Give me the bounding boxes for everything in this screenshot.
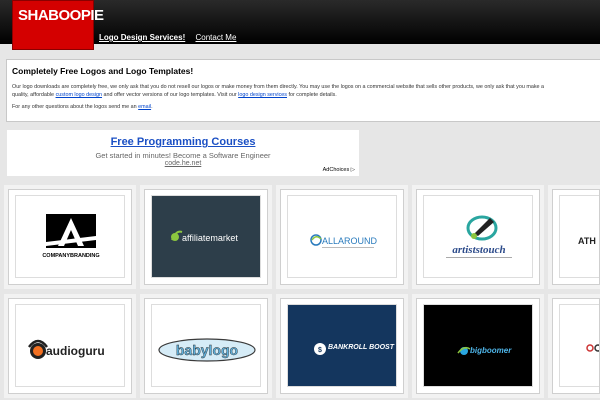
- ad-title-link[interactable]: Free Programming Courses: [7, 136, 359, 148]
- intro-text: .: [151, 104, 153, 110]
- ad-description: Get started in minutes! Become a Softwar…: [95, 151, 271, 160]
- logo-thumbnail: bigboomer: [423, 304, 533, 387]
- intro-paragraph-contact: For any other questions about the logos …: [12, 103, 595, 111]
- logo-text: ATH: [578, 236, 596, 246]
- custom-logo-design-link[interactable]: custom logo design: [56, 92, 102, 98]
- logo-tile-ath[interactable]: ATH: [552, 189, 600, 285]
- intro-paragraph-line1: Our logo downloads are completely free, …: [12, 84, 545, 90]
- intro-text: For any other questions about the logos …: [12, 104, 139, 110]
- logo-tile-babylogo[interactable]: babylogo: [144, 298, 268, 394]
- ad-banner[interactable]: Free Programming Courses Get started in …: [7, 130, 359, 176]
- nav-contact-me-link[interactable]: Contact Me: [195, 33, 236, 42]
- intro-title: Completely Free Logos and Logo Templates…: [12, 66, 194, 76]
- main-nav: Logo Design Services! Contact Me: [99, 33, 244, 42]
- logo-thumbnail: ALLAROUND: [287, 195, 397, 278]
- logo-tile-company-branding[interactable]: COMPANYBRANDING: [8, 189, 132, 285]
- adchoices-icon: ▷: [350, 167, 355, 173]
- logo-thumbnail: affiliatemarket: [151, 195, 261, 278]
- logo-text: affiliatemarket: [182, 233, 238, 243]
- logo-thumbnail: $ BANKROLL BOOST: [287, 304, 397, 387]
- logo-design-services-link[interactable]: logo design services: [238, 92, 287, 98]
- logo-thumbnail: babylogo: [151, 304, 261, 387]
- intro-text: and offer vector versions of our logo te…: [102, 92, 239, 98]
- logo-tile-audioguru[interactable]: audioguru: [8, 298, 132, 394]
- site-logo[interactable]: SHABOOPIE: [12, 0, 104, 50]
- logo-tile-bankroll-boost[interactable]: $ BANKROLL BOOST: [280, 298, 404, 394]
- intro-panel: Completely Free Logos and Logo Templates…: [6, 59, 600, 122]
- intro-text: quality, affordable: [12, 92, 56, 98]
- svg-text:$: $: [318, 347, 322, 354]
- email-link[interactable]: email: [138, 104, 151, 110]
- logo-thumbnail: audioguru: [15, 304, 125, 387]
- logo-text: BANKROLL BOOST: [328, 344, 395, 351]
- logo-tile-artists-touch[interactable]: artiststouch: [416, 189, 540, 285]
- logo-text: artiststouch: [452, 244, 505, 256]
- logo-text: audioguru: [46, 344, 105, 358]
- logo-thumbnail: COMPANYBRANDING: [15, 195, 125, 278]
- adchoices-text: AdChoices: [322, 167, 350, 173]
- logo-thumbnail: ATH: [559, 195, 599, 278]
- logo-text: ALLAROUND: [322, 236, 378, 246]
- nav-logo-design-services-link[interactable]: Logo Design Services!: [99, 33, 185, 42]
- ad-url-link[interactable]: code.he.net: [7, 160, 359, 167]
- intro-paragraph-line2: quality, affordable custom logo design a…: [12, 91, 595, 99]
- brand-name: SHABOOPIE: [18, 7, 104, 24]
- logo-text: babylogo: [176, 342, 238, 358]
- logo-thumbnail: artiststouch: [423, 195, 533, 278]
- intro-text: for complete details.: [287, 92, 337, 98]
- logo-tile-affiliate-market[interactable]: affiliatemarket: [144, 189, 268, 285]
- logo-text: bigboomer: [470, 346, 512, 355]
- logo-tile-allaround[interactable]: ALLAROUND: [280, 189, 404, 285]
- logo-thumbnail: [559, 304, 599, 387]
- logo-tile-partial[interactable]: [552, 298, 600, 394]
- adchoices-label[interactable]: AdChoices ▷: [323, 167, 355, 173]
- logo-text: COMPANYBRANDING: [42, 253, 99, 259]
- logo-tile-bigboomer[interactable]: bigboomer: [416, 298, 540, 394]
